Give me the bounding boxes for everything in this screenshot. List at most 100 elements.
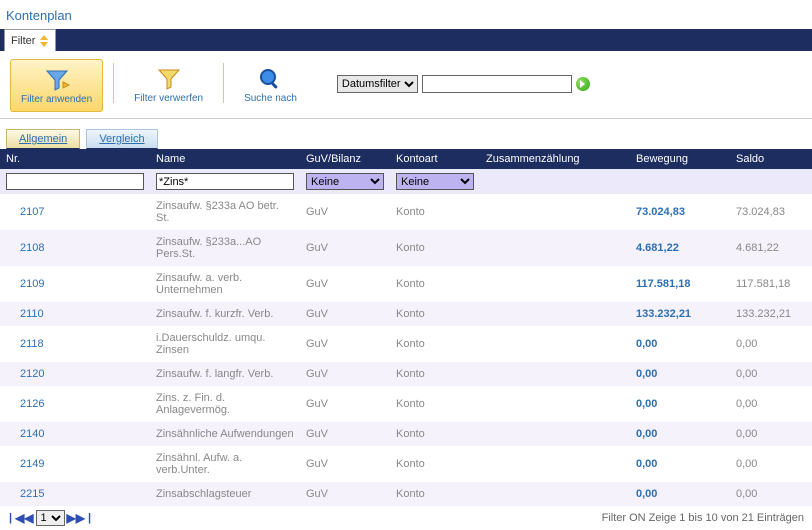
cell-nr: 2107 — [0, 194, 150, 230]
cell-name: Zinsaufw. §233a...AO Pers.St. — [150, 230, 300, 266]
cell-saldo: 0,00 — [730, 422, 812, 446]
filter-nr-input[interactable] — [6, 173, 144, 190]
funnel-discard-icon — [156, 65, 182, 93]
cell-saldo: 4.681,22 — [730, 230, 812, 266]
cell-guv: GuV — [300, 194, 390, 230]
pager-first-bar: | — [9, 512, 12, 524]
pager-page-select[interactable]: 1 — [36, 510, 65, 526]
cell-bew: 0,00 — [630, 422, 730, 446]
cell-nr: 2118 — [0, 326, 150, 362]
apply-filter-button[interactable]: Filter anwenden — [10, 59, 103, 112]
col-guv[interactable]: GuV/Bilanz — [300, 149, 390, 169]
cell-zus — [480, 326, 630, 362]
cell-name: Zinsabschlagsteuer — [150, 482, 300, 506]
cell-kontoart: Konto — [390, 386, 480, 422]
table-row[interactable]: 2126Zins. z. Fin. d. Anlagevermög.GuVKon… — [0, 386, 812, 422]
apply-filter-label: Filter anwenden — [21, 94, 92, 105]
table-row[interactable]: 2149Zinsähnl. Aufw. a. verb.Unter.GuVKon… — [0, 446, 812, 482]
cell-nr: 2110 — [0, 302, 150, 326]
grid: Nr. Name GuV/Bilanz Kontoart Zusammenzäh… — [0, 149, 812, 506]
cell-guv: GuV — [300, 422, 390, 446]
filter-tab[interactable]: Filter — [4, 29, 56, 51]
sort-icon — [39, 35, 49, 47]
search-label: Suche nach — [244, 93, 297, 104]
cell-bew: 0,00 — [630, 362, 730, 386]
pager-first-icon[interactable]: ◀◀ — [15, 511, 33, 525]
filter-bar: Filter — [0, 29, 812, 51]
cell-name: Zinsähnliche Aufwendungen — [150, 422, 300, 446]
cell-guv: GuV — [300, 302, 390, 326]
cell-bew: 0,00 — [630, 446, 730, 482]
cell-saldo: 73.024,83 — [730, 194, 812, 230]
cell-zus — [480, 194, 630, 230]
grid-body: 2107Zinsaufw. §233a AO betr. St.GuVKonto… — [0, 194, 812, 506]
cell-name: Zinsaufw. §233a AO betr. St. — [150, 194, 300, 230]
cell-kontoart: Konto — [390, 266, 480, 302]
table-row[interactable]: 2108Zinsaufw. §233a...AO Pers.St.GuVKont… — [0, 230, 812, 266]
date-filter-select[interactable]: Datumsfilter — [337, 75, 418, 93]
cell-bew: 0,00 — [630, 326, 730, 362]
date-filter-go-button[interactable] — [576, 77, 590, 91]
cell-bew: 117.581,18 — [630, 266, 730, 302]
cell-name: Zinsähnl. Aufw. a. verb.Unter. — [150, 446, 300, 482]
col-bew[interactable]: Bewegung — [630, 149, 730, 169]
cell-kontoart: Konto — [390, 302, 480, 326]
pager: | ◀◀ 1 ▶▶ | — [8, 510, 92, 526]
cell-zus — [480, 266, 630, 302]
view-tabs: Allgemein Vergleich — [0, 119, 812, 149]
col-nr[interactable]: Nr. — [0, 149, 150, 169]
col-saldo[interactable]: Saldo — [730, 149, 812, 169]
filter-name-input[interactable] — [156, 173, 294, 190]
search-button[interactable]: Suche nach — [234, 59, 307, 110]
cell-saldo: 117.581,18 — [730, 266, 812, 302]
cell-nr: 2120 — [0, 362, 150, 386]
cell-saldo: 0,00 — [730, 386, 812, 422]
cell-nr: 2109 — [0, 266, 150, 302]
toolbar-separator — [113, 63, 114, 103]
cell-name: i.Dauerschuldz. umqu. Zinsen — [150, 326, 300, 362]
col-zus[interactable]: Zusammenzählung — [480, 149, 630, 169]
filter-kontoart-select[interactable]: Keine — [396, 173, 474, 190]
table-row[interactable]: 2107Zinsaufw. §233a AO betr. St.GuVKonto… — [0, 194, 812, 230]
footer-status: Filter ON Zeige 1 bis 10 von 21 Einträge… — [602, 512, 804, 524]
tab-vergleich[interactable]: Vergleich — [86, 129, 157, 149]
table-row[interactable]: 2110Zinsaufw. f. kurzfr. Verb.GuVKonto13… — [0, 302, 812, 326]
cell-bew: 0,00 — [630, 482, 730, 506]
col-name[interactable]: Name — [150, 149, 300, 169]
cell-zus — [480, 362, 630, 386]
cell-kontoart: Konto — [390, 422, 480, 446]
cell-nr: 2140 — [0, 422, 150, 446]
cell-kontoart: Konto — [390, 326, 480, 362]
cell-zus — [480, 422, 630, 446]
cell-nr: 2149 — [0, 446, 150, 482]
cell-saldo: 0,00 — [730, 446, 812, 482]
filter-guv-select[interactable]: Keine — [306, 173, 384, 190]
col-kontoart[interactable]: Kontoart — [390, 149, 480, 169]
cell-guv: GuV — [300, 362, 390, 386]
date-filter-group: Datumsfilter — [337, 75, 590, 93]
grid-filter-row: Keine Keine — [0, 169, 812, 194]
cell-bew: 0,00 — [630, 386, 730, 422]
cell-kontoart: Konto — [390, 194, 480, 230]
table-row[interactable]: 2120Zinsaufw. f. langfr. Verb.GuVKonto0,… — [0, 362, 812, 386]
pager-last-icon[interactable]: ▶▶ — [67, 511, 85, 525]
discard-filter-label: Filter verwerfen — [134, 93, 203, 104]
discard-filter-button[interactable]: Filter verwerfen — [124, 59, 213, 110]
tab-allgemein[interactable]: Allgemein — [6, 129, 80, 149]
cell-zus — [480, 302, 630, 326]
cell-kontoart: Konto — [390, 230, 480, 266]
cell-nr: 2215 — [0, 482, 150, 506]
cell-saldo: 0,00 — [730, 326, 812, 362]
table-row[interactable]: 2118i.Dauerschuldz. umqu. ZinsenGuVKonto… — [0, 326, 812, 362]
search-icon — [259, 65, 281, 93]
cell-zus — [480, 386, 630, 422]
table-row[interactable]: 2215ZinsabschlagsteuerGuVKonto0,000,00 — [0, 482, 812, 506]
cell-name: Zinsaufw. a. verb. Unternehmen — [150, 266, 300, 302]
cell-guv: GuV — [300, 386, 390, 422]
table-row[interactable]: 2140Zinsähnliche AufwendungenGuVKonto 0,0… — [0, 422, 812, 446]
cell-kontoart: Konto — [390, 362, 480, 386]
date-filter-input[interactable] — [422, 75, 572, 93]
cell-zus — [480, 446, 630, 482]
cell-zus — [480, 230, 630, 266]
table-row[interactable]: 2109Zinsaufw. a. verb. UnternehmenGuVKon… — [0, 266, 812, 302]
